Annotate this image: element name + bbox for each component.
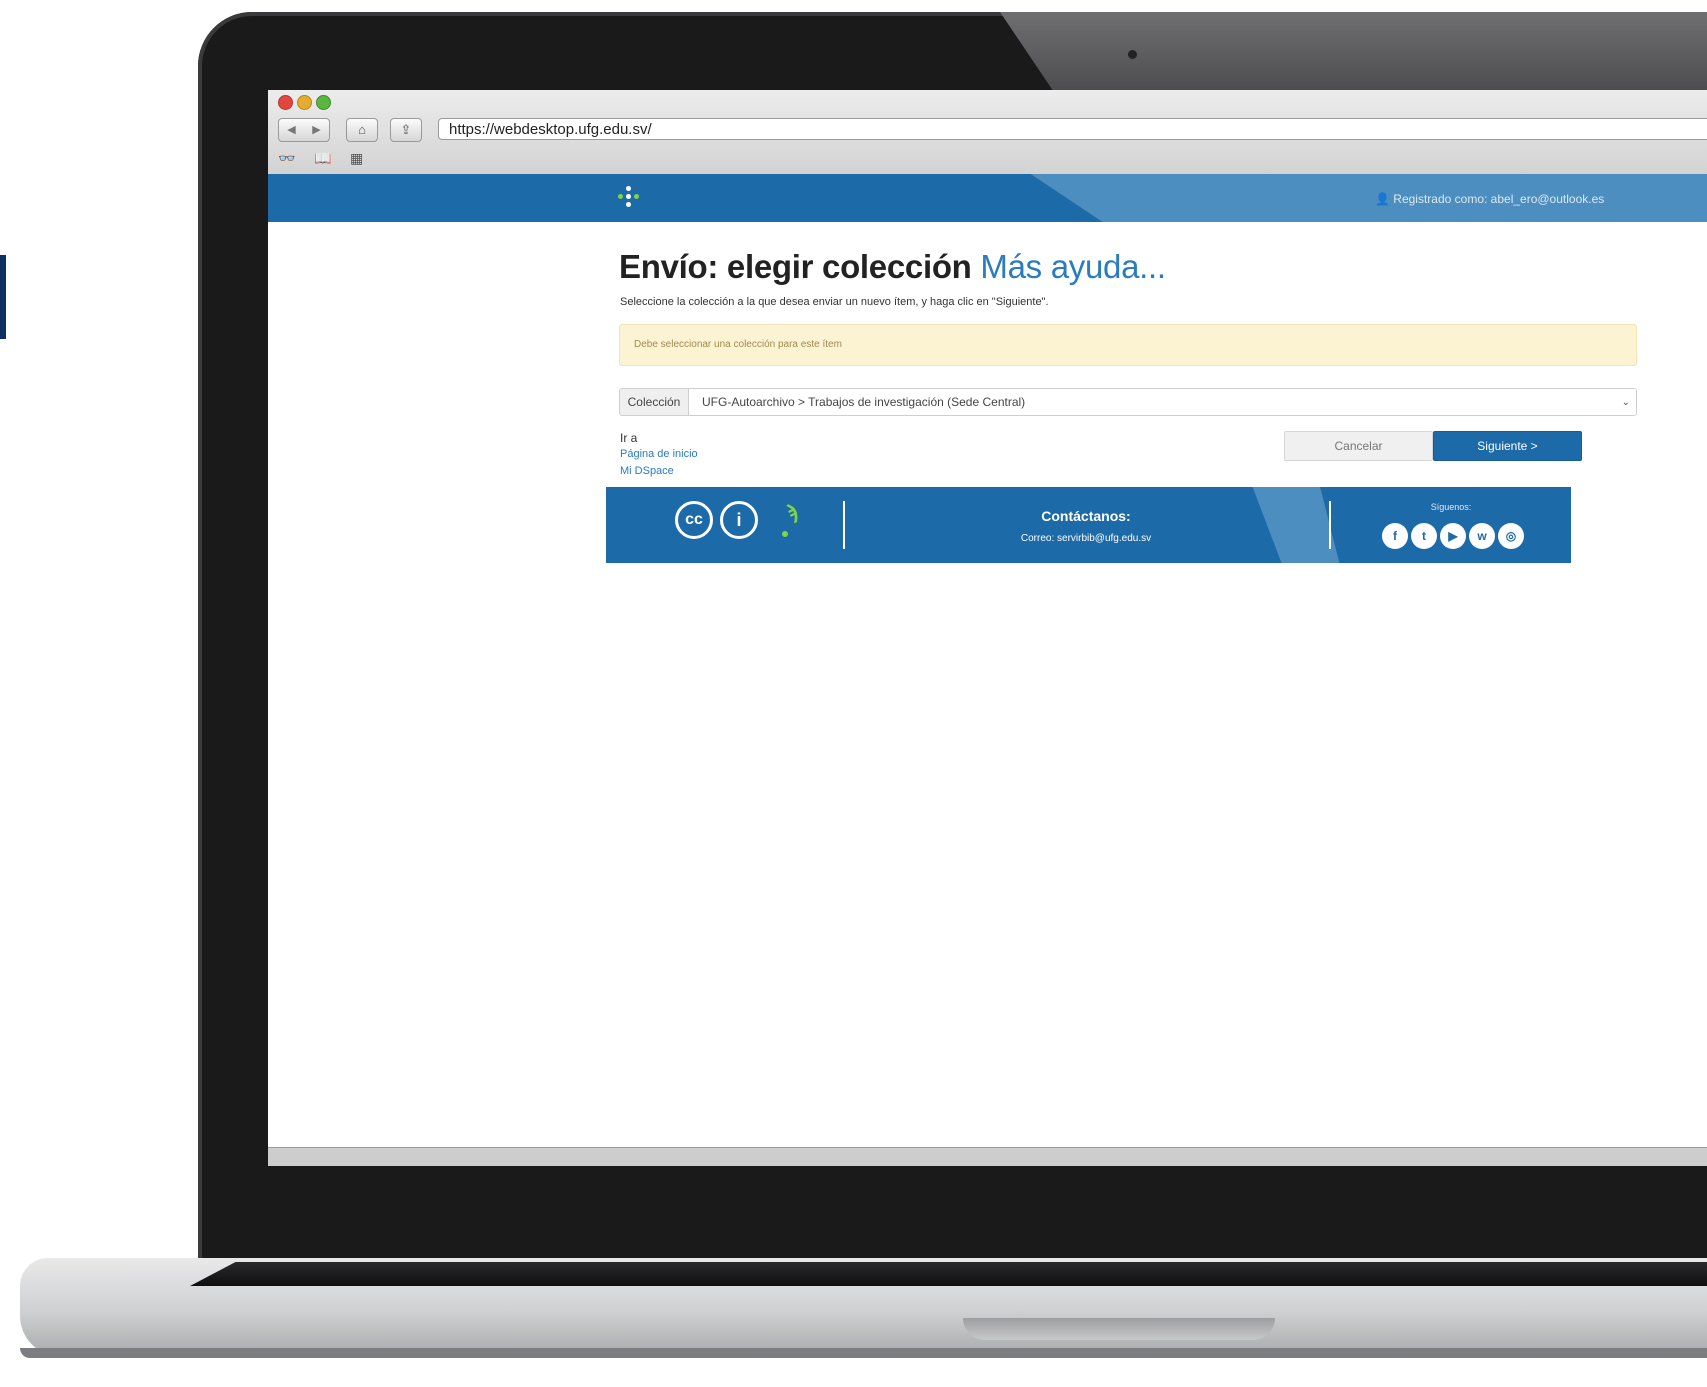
next-button[interactable]: Siguiente > [1433, 431, 1582, 461]
contact-title: Contáctanos: [1041, 508, 1131, 524]
keyboard-edge [190, 1262, 1707, 1286]
social-links: f t ▶ w ◎ [1382, 523, 1524, 549]
user-menu[interactable]: 👤 Registrado como: abel_ero@outlook.es [1375, 192, 1604, 206]
share-icon: ⇪ [400, 122, 412, 137]
collection-select-value[interactable]: UFG-Autoarchivo > Trabajos de investigac… [689, 389, 1636, 415]
collection-select[interactable]: Colección UFG-Autoarchivo > Trabajos de … [619, 388, 1637, 416]
facebook-icon[interactable]: f [1382, 523, 1408, 549]
dspace-footer-logo-icon[interactable]: ϡ [786, 502, 798, 525]
instructions-text: Seleccione la colección a la que desea e… [620, 296, 1049, 308]
home-button[interactable]: ⌂ [346, 118, 378, 142]
instagram-icon[interactable]: ◎ [1498, 523, 1524, 549]
help-link[interactable]: Más ayuda... [980, 248, 1166, 285]
reading-list-icon[interactable]: 👓 [278, 150, 295, 167]
whatsapp-icon[interactable]: w [1469, 523, 1495, 549]
camera-icon [1128, 50, 1137, 59]
browser-toolbar: ◀ ▶ ⌂ ⇪ https://webdesktop.ufg.edu.sv/ 👓… [268, 90, 1707, 175]
back-icon[interactable]: ◀ [279, 119, 304, 141]
zoom-window-button[interactable] [316, 95, 331, 110]
home-icon: ⌂ [358, 122, 366, 137]
goto-home-link[interactable]: Página de inicio [620, 448, 698, 460]
page-edge-mark [0, 255, 6, 339]
goto-label: Ir a [620, 431, 638, 445]
forward-icon[interactable]: ▶ [304, 119, 329, 141]
lid-glare [1000, 12, 1707, 96]
collection-select-label: Colección [620, 389, 689, 415]
collection-selected-text: UFG-Autoarchivo > Trabajos de investigac… [702, 395, 1026, 409]
laptop-screen: ◀ ▶ ⌂ ⇪ https://webdesktop.ufg.edu.sv/ 👓… [268, 90, 1707, 1166]
follow-label: Síguenos: [1430, 502, 1472, 512]
warning-alert: Debe seleccionar una colección para este… [619, 324, 1637, 366]
base-shadow [20, 1348, 1707, 1358]
share-button[interactable]: ⇪ [390, 118, 422, 142]
bookmarks-icon[interactable]: 📖 [314, 150, 331, 167]
goto-mydspace-link[interactable]: Mi DSpace [620, 465, 674, 477]
back-forward-buttons: ◀ ▶ [278, 118, 330, 142]
footer-logo-dot [782, 531, 788, 537]
close-window-button[interactable] [278, 95, 293, 110]
minimize-window-button[interactable] [297, 95, 312, 110]
cancel-button[interactable]: Cancelar [1284, 431, 1433, 461]
screen-bottom-bar [268, 1147, 1707, 1166]
trackpad-notch [963, 1318, 1275, 1340]
youtube-icon[interactable]: ▶ [1440, 523, 1466, 549]
page-title-text: Envío: elegir colección [619, 248, 972, 285]
contact-email-link[interactable]: Correo: servirbib@ufg.edu.sv [986, 533, 1186, 544]
footer-divider [1329, 501, 1331, 549]
footer-divider [843, 501, 845, 549]
user-menu-label: Registrado como: abel_ero@outlook.es [1393, 192, 1605, 206]
attribution-icon[interactable]: i [720, 501, 758, 539]
top-sites-icon[interactable]: ▦ [350, 150, 363, 167]
twitter-icon[interactable]: t [1411, 523, 1437, 549]
url-bar[interactable]: https://webdesktop.ufg.edu.sv/ [438, 118, 1707, 140]
page-title: Envío: elegir colección Más ayuda... [619, 248, 1166, 286]
dspace-logo-icon[interactable] [618, 186, 640, 208]
user-icon: 👤 [1375, 192, 1390, 206]
site-footer: cc i ϡ Contáctanos: Correo: servirbib@uf… [606, 487, 1571, 563]
creative-commons-icon[interactable]: cc [675, 501, 713, 539]
chevron-down-icon: ⌄ [1621, 397, 1630, 408]
